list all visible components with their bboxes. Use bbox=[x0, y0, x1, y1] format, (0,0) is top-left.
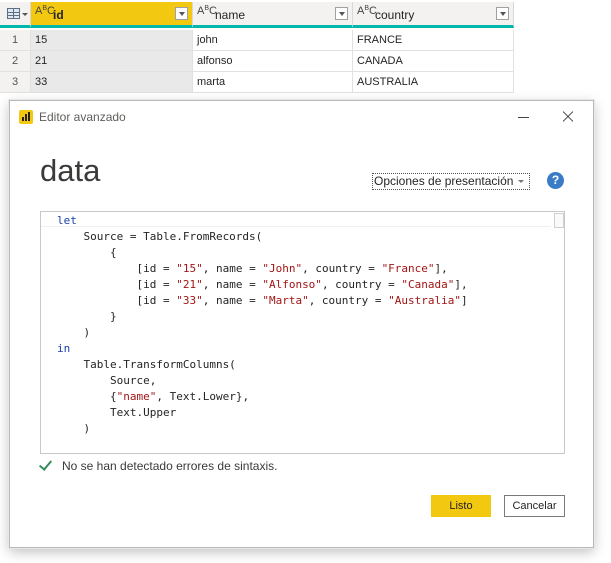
code-line: [id = "33", name = "Marta", country = "A… bbox=[57, 293, 468, 309]
check-icon bbox=[40, 460, 54, 472]
code-token: Table.TransformColumns( bbox=[57, 358, 236, 371]
code-keyword: in bbox=[57, 342, 71, 355]
code-string: "Canada" bbox=[401, 278, 455, 291]
column-header-country[interactable]: ABC country bbox=[353, 2, 514, 28]
table-menu-button[interactable] bbox=[0, 2, 31, 28]
cell-name[interactable]: alfonso bbox=[193, 51, 353, 72]
text-type-icon[interactable]: ABC bbox=[35, 5, 55, 17]
advanced-editor-dialog: Editor avanzado data Opciones de present… bbox=[9, 100, 594, 548]
table-row: 1 15 john FRANCE bbox=[0, 30, 514, 51]
query-name: data bbox=[40, 153, 101, 188]
code-token: Text.Upper bbox=[57, 406, 177, 419]
cancel-button[interactable]: Cancelar bbox=[504, 495, 565, 517]
column-filter-dropdown[interactable] bbox=[496, 7, 509, 20]
close-button[interactable] bbox=[555, 105, 581, 129]
code-line: Table.TransformColumns( bbox=[57, 357, 468, 373]
code-string: "John" bbox=[262, 262, 303, 275]
code-line: in bbox=[57, 341, 468, 357]
column-header-id[interactable]: ABC id bbox=[31, 2, 193, 28]
power-bi-icon bbox=[19, 110, 33, 124]
cell-country[interactable]: CANADA bbox=[353, 51, 514, 72]
code-string: "Australia" bbox=[388, 294, 462, 307]
code-line: [id = "15", name = "John", country = "Fr… bbox=[57, 261, 468, 277]
dialog-title: Editor avanzado bbox=[39, 110, 126, 124]
code-token: [id = bbox=[57, 278, 177, 291]
code-token: , Text.Lower}, bbox=[156, 390, 250, 403]
code-string: "33" bbox=[176, 294, 203, 307]
code-token: { bbox=[57, 246, 117, 259]
code-token: , country = bbox=[308, 294, 389, 307]
code-token: ], bbox=[454, 278, 468, 291]
code-string: "Marta" bbox=[262, 294, 309, 307]
code-token: } bbox=[57, 310, 117, 323]
minimize-icon bbox=[518, 117, 529, 118]
minimize-button[interactable] bbox=[510, 105, 536, 129]
editor-scrollbar[interactable] bbox=[552, 212, 564, 453]
code-token: [id = bbox=[57, 262, 177, 275]
code-token: ], bbox=[434, 262, 448, 275]
code-editor[interactable]: let Source = Table.FromRecords( { [id = … bbox=[40, 211, 565, 454]
code-token: ] bbox=[461, 294, 468, 307]
column-label: id bbox=[53, 8, 64, 22]
cell-id[interactable]: 15 bbox=[31, 30, 193, 51]
code-token: , country = bbox=[302, 262, 382, 275]
code-token: Source = Table.FromRecords( bbox=[57, 230, 263, 243]
column-filter-dropdown[interactable] bbox=[335, 7, 348, 20]
dialog-titlebar[interactable]: Editor avanzado bbox=[10, 101, 593, 133]
code-token: [id = bbox=[57, 294, 177, 307]
table-row: 2 21 alfonso CANADA bbox=[0, 51, 514, 72]
code-line: {"name", Text.Lower}, bbox=[57, 389, 468, 405]
syntax-status: No se han detectado errores de sintaxis. bbox=[40, 458, 277, 473]
table-row: 3 33 marta AUSTRALIA bbox=[0, 72, 514, 93]
cell-country[interactable]: AUSTRALIA bbox=[353, 72, 514, 93]
code-line: { bbox=[57, 245, 468, 261]
code-string: "Alfonso" bbox=[262, 278, 322, 291]
code-string: "France" bbox=[381, 262, 435, 275]
code-token: { bbox=[57, 390, 117, 403]
code-token: Source, bbox=[57, 374, 157, 387]
code-string: "21" bbox=[176, 278, 203, 291]
code-line: Text.Upper bbox=[57, 405, 468, 421]
chevron-down-icon bbox=[22, 13, 28, 16]
scrollbar-thumb[interactable] bbox=[554, 213, 564, 228]
done-button[interactable]: Listo bbox=[431, 495, 491, 517]
cell-country[interactable]: FRANCE bbox=[353, 30, 514, 51]
code-line: let bbox=[57, 213, 468, 229]
cell-name[interactable]: marta bbox=[193, 72, 353, 93]
table-icon bbox=[7, 8, 20, 19]
grid-header-row: ABC id ABC name ABC country bbox=[0, 2, 514, 28]
code-line: ) bbox=[57, 421, 468, 437]
code-token: , name = bbox=[202, 294, 263, 307]
cell-name[interactable]: john bbox=[193, 30, 353, 51]
help-icon[interactable]: ? bbox=[547, 172, 564, 189]
code-token: , country = bbox=[321, 278, 402, 291]
code-line: Source, bbox=[57, 373, 468, 389]
text-type-icon[interactable]: ABC bbox=[357, 5, 377, 17]
code-token: , name = bbox=[202, 262, 263, 275]
column-filter-dropdown[interactable] bbox=[175, 7, 188, 20]
code-token: ) bbox=[57, 422, 91, 435]
code-line: Source = Table.FromRecords( bbox=[57, 229, 468, 245]
code-line: [id = "21", name = "Alfonso", country = … bbox=[57, 277, 468, 293]
column-label: country bbox=[375, 8, 415, 22]
code-string: "15" bbox=[176, 262, 203, 275]
code-line: ) bbox=[57, 325, 468, 341]
cell-id[interactable]: 33 bbox=[31, 72, 193, 93]
code-token: , name = bbox=[202, 278, 263, 291]
code-line: } bbox=[57, 309, 468, 325]
code-string: "name" bbox=[116, 390, 157, 403]
row-number[interactable]: 1 bbox=[0, 30, 31, 51]
row-number[interactable]: 3 bbox=[0, 72, 31, 93]
column-header-name[interactable]: ABC name bbox=[193, 2, 353, 28]
row-number[interactable]: 2 bbox=[0, 51, 31, 72]
cell-id[interactable]: 21 bbox=[31, 51, 193, 72]
code-keyword: let bbox=[57, 214, 77, 227]
text-type-icon[interactable]: ABC bbox=[197, 5, 217, 17]
display-options-dropdown[interactable]: Opciones de presentación bbox=[372, 173, 531, 190]
code-text[interactable]: let Source = Table.FromRecords( { [id = … bbox=[57, 213, 468, 437]
status-text: No se han detectado errores de sintaxis. bbox=[62, 459, 278, 473]
column-label: name bbox=[215, 8, 246, 22]
code-token: ) bbox=[57, 326, 91, 339]
